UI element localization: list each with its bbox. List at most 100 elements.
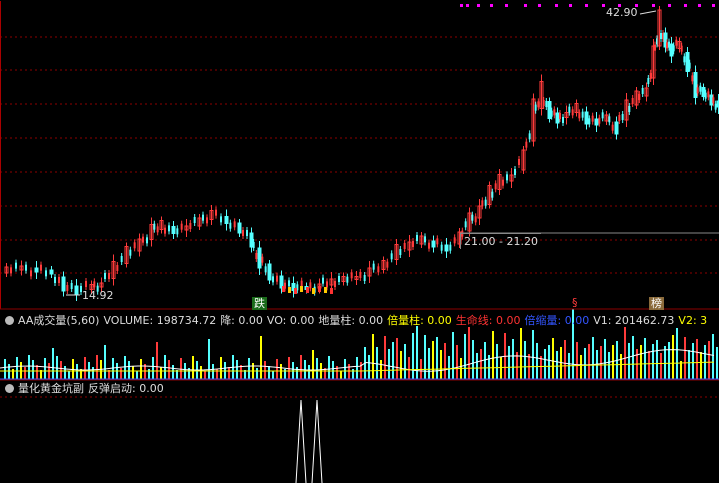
volume-bar: [552, 338, 554, 379]
candle-body: [220, 216, 222, 223]
candle-body: [528, 133, 531, 140]
volume-indicator-header: AA成交量(5,60) VOLUME: 198734.72 降: 0.00 VO: 0…: [0, 313, 719, 329]
volume-bar: [268, 366, 270, 379]
candle-body: [647, 78, 650, 84]
candle-body: [54, 277, 56, 283]
candle-body: [685, 52, 690, 72]
volume-bar: [264, 361, 266, 379]
volume-bar: [168, 360, 170, 379]
volume-bar: [456, 345, 458, 379]
candle-body: [40, 264, 42, 271]
volume-bar: [92, 367, 94, 379]
candle-body: [568, 106, 571, 113]
candle-body: [712, 97, 715, 104]
volume-bar: [688, 350, 690, 379]
candle-body: [621, 114, 624, 120]
candle-body: [649, 73, 652, 79]
candle-body: [70, 283, 73, 289]
candle-body: [588, 118, 591, 125]
candle-body: [608, 116, 611, 123]
volume-bar: [96, 355, 98, 379]
volume-bar: [64, 366, 66, 379]
volume-bar: [380, 360, 382, 379]
volume-bar: [676, 328, 678, 379]
candle-body: [444, 244, 449, 252]
candle-body: [242, 230, 244, 236]
price-grid: [0, 1, 719, 309]
candle-body: [562, 117, 564, 123]
candle-body: [171, 226, 176, 234]
candle-body: [246, 230, 248, 236]
candle-body: [390, 253, 393, 260]
volume-bar: [684, 337, 686, 379]
candlestick-series: [4, 6, 719, 301]
candle-body: [449, 244, 452, 251]
volume-bar: [412, 333, 414, 379]
volume-bar: [436, 337, 438, 379]
volume-bar: [344, 359, 346, 379]
candle-body: [693, 72, 698, 98]
collapse-toggle-icon[interactable]: [5, 316, 14, 325]
volume-bar: [372, 334, 374, 379]
top-marker: [569, 4, 572, 7]
volume-bar: [136, 371, 138, 379]
candle-body: [416, 235, 418, 241]
top-marker: [585, 4, 588, 7]
candle-body: [261, 256, 264, 263]
candle-body: [611, 124, 614, 131]
top-marker: [602, 4, 605, 7]
candle-body: [514, 169, 516, 175]
volume-bar: [404, 344, 406, 379]
candle-body: [481, 200, 484, 207]
volume-bar: [588, 344, 590, 379]
volume-bar: [376, 347, 378, 379]
volume-bar: [200, 366, 202, 379]
volume-bar: [408, 357, 410, 379]
candle-body: [506, 174, 508, 181]
volume-bar: [28, 355, 30, 379]
volume-bar: [312, 350, 314, 379]
candle-body: [104, 273, 106, 279]
volume-bar: [72, 359, 74, 379]
candle-body: [288, 280, 290, 287]
candle-body: [252, 242, 255, 248]
candle-body: [578, 112, 581, 119]
low-price-label: 14.92: [82, 289, 114, 302]
candle-body: [618, 115, 621, 121]
candle-body: [654, 44, 656, 51]
volume-bar: [44, 358, 46, 379]
candle-body: [224, 216, 229, 224]
volume-bar: [592, 337, 594, 379]
volume-field: 地量柱: 0.00: [318, 314, 384, 327]
signal-mark-die: 跌: [252, 297, 267, 310]
volume-indicator-name[interactable]: AA成交量(5,60): [18, 314, 99, 327]
top-marker-row: [460, 4, 715, 7]
sub-indicator-name[interactable]: 量化黄金坑副: [18, 382, 84, 395]
candle-body: [641, 88, 644, 94]
volume-bar: [668, 342, 670, 379]
candle-body: [494, 183, 497, 190]
candle-body: [545, 101, 548, 107]
volume-bar: [140, 359, 142, 379]
bottom-signal-bar: [300, 286, 303, 292]
candle-body: [206, 217, 208, 224]
chart-canvas[interactable]: [0, 0, 719, 483]
candle-body: [272, 276, 274, 283]
volume-bar: [520, 328, 522, 379]
volume-bar: [440, 350, 442, 379]
volume-bar: [496, 344, 498, 379]
collapse-toggle-icon[interactable]: [5, 384, 14, 393]
candle-body: [680, 45, 683, 52]
volume-bar: [384, 336, 386, 379]
volume-bar: [476, 353, 478, 379]
candle-body: [440, 244, 443, 251]
volume-bar: [696, 339, 698, 379]
volume-bar: [576, 342, 578, 379]
volume-bar: [660, 353, 662, 379]
volume-field: 倍缩量: 0.00: [524, 314, 590, 327]
candle-body: [386, 261, 389, 268]
volume-bar: [248, 358, 250, 379]
volume-bar: [564, 340, 566, 379]
bottom-signal-bar: [294, 288, 297, 294]
candle-body: [550, 110, 553, 117]
